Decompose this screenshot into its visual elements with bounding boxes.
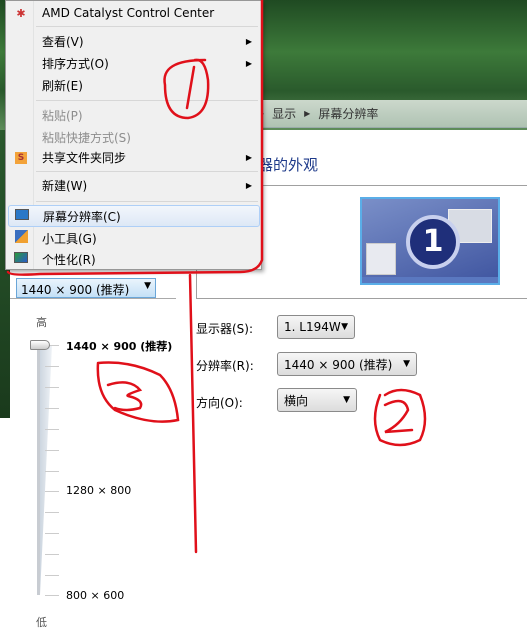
annotation-circle-2 bbox=[373, 388, 427, 447]
display-label: 显示器(S): bbox=[196, 322, 254, 336]
resolution-dropdown-value: 1440 × 900 (推荐) bbox=[21, 283, 130, 297]
annotation-line-vertical bbox=[188, 273, 198, 554]
resolution-select[interactable]: 1440 × 900 (推荐) ▼ bbox=[277, 352, 417, 376]
desktop-context-menu: ✱ AMD Catalyst Control Center 查看(V) ▶ 排序方式… bbox=[5, 0, 262, 270]
slider-tick bbox=[45, 429, 59, 430]
submenu-arrow-icon: ▶ bbox=[245, 152, 252, 162]
submenu-arrow-icon: ▶ bbox=[245, 180, 252, 190]
menu-item-view[interactable]: 查看(V) ▶ bbox=[8, 30, 260, 52]
sync-s-icon: S bbox=[8, 150, 34, 164]
resolution-dropdown-open[interactable]: 1440 × 900 (推荐) ▼ bbox=[16, 278, 156, 298]
menu-item-gadgets[interactable]: 小工具(G) bbox=[8, 227, 260, 249]
menu-item-screen-resolution[interactable]: 屏幕分辨率(C) bbox=[8, 205, 260, 227]
slider-mark-1440x900: 1440 × 900 (推荐) bbox=[66, 340, 173, 353]
slider-tick bbox=[45, 450, 59, 451]
display-value: 1. L194W bbox=[284, 320, 341, 334]
slider-thumb[interactable] bbox=[30, 340, 50, 350]
monitor-number-badge: 1 bbox=[406, 215, 460, 269]
taskbar-thumbnail bbox=[362, 277, 498, 283]
slider-high-label: 高 bbox=[36, 316, 47, 329]
breadcrumb-screen-resolution[interactable]: 屏幕分辨率 bbox=[318, 105, 378, 122]
resolution-value: 1440 × 900 (推荐) bbox=[284, 357, 393, 372]
orientation-value: 横向 bbox=[284, 393, 309, 408]
slider-tick bbox=[45, 366, 59, 367]
slider-mark-1280x800: 1280 × 800 bbox=[66, 484, 132, 497]
monitor-preview[interactable]: 1 bbox=[360, 197, 500, 285]
display-select[interactable]: 1. L194W ▼ bbox=[277, 315, 355, 339]
slider-mark-800x600: 800 × 600 bbox=[66, 589, 125, 602]
annotation-digit-2 bbox=[383, 399, 414, 434]
chevron-down-icon: ▼ bbox=[144, 281, 151, 291]
orientation-select[interactable]: 横向 ▼ bbox=[277, 388, 357, 412]
chevron-down-icon: ▼ bbox=[343, 395, 350, 405]
slider-tick bbox=[45, 533, 59, 534]
breadcrumb-arrow-icon: ▶ bbox=[304, 109, 311, 118]
chevron-down-icon: ▼ bbox=[403, 359, 410, 369]
slider-tick bbox=[45, 595, 59, 596]
page-title: 器的外观 bbox=[258, 156, 319, 174]
window-thumbnail bbox=[366, 243, 396, 275]
slider-tick bbox=[45, 491, 59, 492]
resolution-label: 分辨率(R): bbox=[196, 359, 254, 373]
slider-tick bbox=[45, 408, 59, 409]
menu-item-share-sync[interactable]: S 共享文件夹同步 ▶ bbox=[8, 146, 260, 168]
slider-tick bbox=[45, 554, 59, 555]
submenu-arrow-icon: ▶ bbox=[245, 36, 252, 46]
menu-item-new[interactable]: 新建(W) ▶ bbox=[8, 174, 260, 196]
personalize-icon bbox=[8, 252, 34, 266]
breadcrumb-display[interactable]: 显示 bbox=[272, 105, 296, 122]
slider-tick bbox=[45, 471, 59, 472]
amd-icon: ✱ bbox=[16, 6, 26, 20]
monitor-icon bbox=[9, 209, 35, 223]
menu-item-personalize[interactable]: 个性化(R) bbox=[8, 248, 260, 270]
gadgets-icon bbox=[8, 230, 34, 246]
chevron-down-icon: ▼ bbox=[341, 322, 348, 332]
slider-tick bbox=[45, 387, 59, 388]
menu-item-paste[interactable]: 粘贴(P) bbox=[8, 104, 260, 126]
menu-item-paste-shortcut[interactable]: 粘贴快捷方式(S) bbox=[8, 126, 260, 148]
slider-low-label: 低 bbox=[36, 616, 47, 629]
menu-item-sort[interactable]: 排序方式(O) ▶ bbox=[8, 52, 260, 74]
orientation-label: 方向(O): bbox=[196, 396, 243, 410]
menu-item-refresh[interactable]: 刷新(E) bbox=[8, 74, 260, 96]
menu-item-amd-catalyst[interactable]: ✱ AMD Catalyst Control Center bbox=[8, 2, 260, 24]
slider-tick bbox=[45, 512, 59, 513]
slider-tick bbox=[45, 575, 59, 576]
slider-track[interactable] bbox=[37, 345, 40, 595]
submenu-arrow-icon: ▶ bbox=[245, 58, 252, 68]
